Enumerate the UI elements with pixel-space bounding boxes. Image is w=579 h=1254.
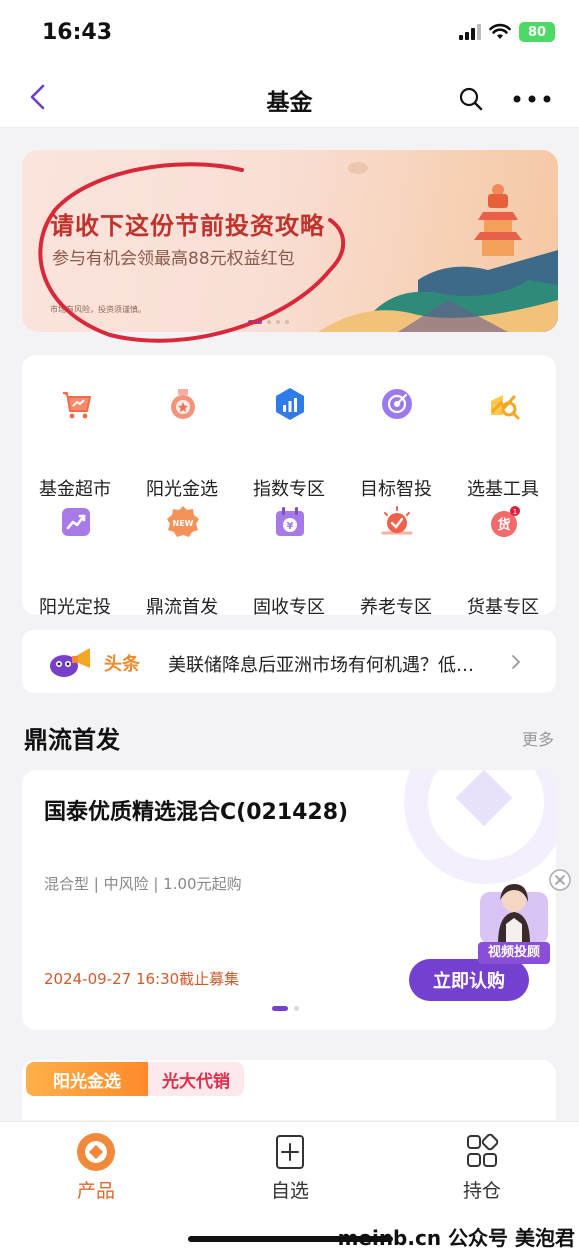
banner-pager <box>248 320 289 324</box>
nav-label: 产品 <box>76 1180 115 1202</box>
menu-label: 养老专区 <box>360 597 432 618</box>
nav-item-holdings[interactable]: 持仓 <box>422 1128 542 1202</box>
page-title: 基金 <box>266 90 313 116</box>
feature-menu: 基金超市 阳光金选 指数专区 目标智投 选基工具 阳光定投 NEW 鼎流首发 ¥… <box>22 355 556 618</box>
menu-label: 货基专区 <box>467 597 539 618</box>
status-bar: 16:43 80 <box>0 0 579 68</box>
fund-name: 国泰优质精选混合C(021428) <box>44 800 349 825</box>
menu-label: 阳光定投 <box>39 597 111 618</box>
chevron-right-icon <box>512 655 521 669</box>
svg-text:¥: ¥ <box>287 521 294 532</box>
close-icon[interactable] <box>548 868 572 892</box>
svg-text:货: 货 <box>497 517 510 533</box>
status-time: 16:43 <box>42 20 113 45</box>
calendar-yuan-icon: ¥ <box>276 507 304 536</box>
menu-item-pension[interactable]: 养老专区 <box>343 505 449 618</box>
money-bag-icon: 货 1 <box>491 506 520 537</box>
svg-text:NEW: NEW <box>173 519 194 528</box>
menu-item-money-fund[interactable]: 货 1 货基专区 <box>450 505 556 618</box>
search-icon[interactable] <box>458 86 484 112</box>
nav-label: 自选 <box>270 1180 309 1202</box>
subscribe-button[interactable]: 立即认购 <box>409 959 529 1001</box>
watermark: meinb.cn 公众号 美泡君 <box>337 1226 575 1250</box>
promo-banner[interactable]: 请收下这份节前投资攻略 参与有机会领最高88元权益红包 市场有风险，投资须谨慎。 <box>22 150 558 332</box>
menu-item-new-issue[interactable]: NEW 鼎流首发 <box>129 505 235 618</box>
nav-item-products[interactable]: 产品 <box>36 1128 156 1202</box>
signal-icon <box>459 24 481 40</box>
menu-label: 基金超市 <box>39 479 111 500</box>
headline-news[interactable]: 头条 美联储降息后亚洲市场有何机遇？低… <box>22 630 556 693</box>
trend-icon <box>62 508 90 536</box>
products-icon <box>77 1133 115 1171</box>
fund-deadline: 2024-09-27 16:30截止募集 <box>44 970 240 988</box>
tab-sunshine-select[interactable]: 阳光金选 <box>26 1062 148 1096</box>
watchlist-add-icon <box>276 1135 304 1169</box>
section-title: 鼎流首发 <box>24 726 120 754</box>
menu-label: 指数专区 <box>253 479 325 500</box>
advisor-avatar <box>480 884 548 944</box>
status-icons: 80 <box>459 22 555 42</box>
menu-item-fund-market[interactable]: 基金超市 <box>22 387 128 500</box>
megaphone-mascot-icon <box>50 648 90 677</box>
holdings-icon <box>467 1133 499 1167</box>
chart-bar-icon <box>276 388 304 420</box>
fund-category-tabs: 阳光金选 光大代销 <box>22 1060 556 1120</box>
menu-label: 目标智投 <box>360 479 432 500</box>
menu-label: 选基工具 <box>467 479 539 500</box>
nav-item-watchlist[interactable]: 自选 <box>230 1128 350 1202</box>
medal-icon <box>171 389 195 419</box>
banner-illustration <box>318 162 558 332</box>
tab-everbright-agency[interactable]: 光大代销 <box>148 1062 244 1096</box>
nav-label: 持仓 <box>462 1180 501 1202</box>
more-link[interactable]: 更多 <box>522 726 554 750</box>
target-icon <box>382 389 412 419</box>
menu-item-fixed-income[interactable]: ¥ 固收专区 <box>236 505 342 618</box>
menu-item-sunshine-select[interactable]: 阳光金选 <box>129 387 235 500</box>
banner-risk-note: 市场有风险，投资须谨慎。 <box>50 305 146 314</box>
battery-icon: 80 <box>519 22 555 42</box>
sun-check-icon <box>381 506 413 535</box>
nav-bar: 基金 <box>0 68 579 128</box>
fund-card[interactable]: 国泰优质精选混合C(021428) 混合型 | 中风险 | 1.00元起购 20… <box>22 770 556 1030</box>
menu-label: 鼎流首发 <box>146 597 218 618</box>
news-headline: 美联储降息后亚洲市场有何机遇？低… <box>168 655 474 676</box>
menu-item-goal-invest[interactable]: 目标智投 <box>343 387 449 500</box>
video-advisor-widget[interactable]: 视频投顾 <box>478 874 550 964</box>
fund-pager <box>272 1006 299 1011</box>
new-badge-icon: NEW <box>167 506 199 537</box>
tool-icon <box>491 395 520 420</box>
svg-text:1: 1 <box>513 508 517 516</box>
menu-item-sunshine-sip[interactable]: 阳光定投 <box>22 505 128 618</box>
banner-title: 请收下这份节前投资攻略 <box>50 212 325 240</box>
wifi-icon <box>489 23 511 39</box>
more-icon[interactable] <box>512 94 552 104</box>
cart-icon <box>63 392 91 419</box>
menu-item-index-zone[interactable]: 指数专区 <box>236 387 342 500</box>
banner-subtitle: 参与有机会领最高88元权益红包 <box>52 249 295 269</box>
menu-label: 阳光金选 <box>146 479 218 500</box>
fund-tags: 混合型 | 中风险 | 1.00元起购 <box>44 875 242 893</box>
menu-item-fund-tools[interactable]: 选基工具 <box>450 387 556 500</box>
advisor-label: 视频投顾 <box>478 942 550 964</box>
news-tag: 头条 <box>104 654 140 675</box>
menu-label: 固收专区 <box>253 597 325 618</box>
